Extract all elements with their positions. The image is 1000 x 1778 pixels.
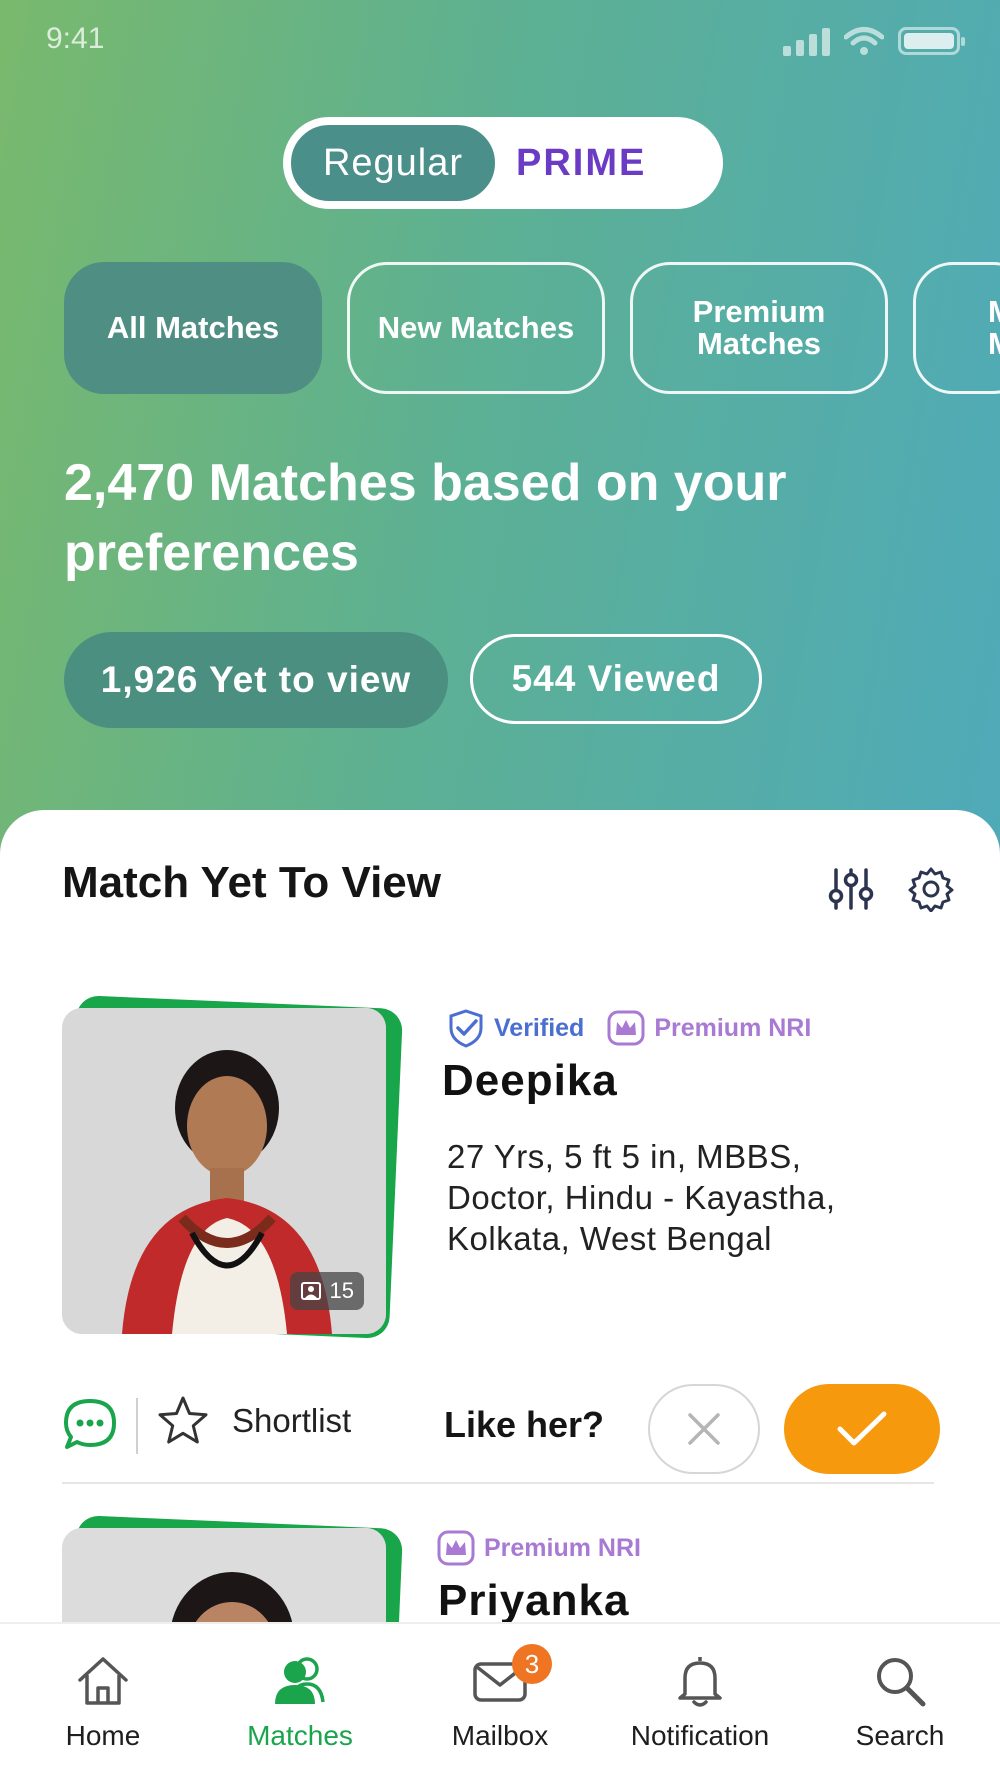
section-tools [828,866,954,912]
nav-search[interactable]: Search [800,1652,1000,1752]
profile-photo[interactable] [62,1528,386,1628]
filter-chips: All Matches New Matches Premium Matches … [64,262,1000,394]
view-filter: 1,926 Yet to view 544 Viewed [64,632,762,728]
nav-mailbox-label: Mailbox [451,1720,549,1751]
plan-toggle[interactable]: Regular PRIME [283,117,723,209]
match-list-sheet: Match Yet To View 15 Verified Premium NR… [0,810,1000,1628]
nav-notification-label: Notification [630,1720,770,1751]
profile-photo-wrap[interactable]: 15 [62,995,404,1344]
status-icons [783,26,965,56]
crown-icon [437,1530,475,1566]
yet-to-view-pill[interactable]: 1,926 Yet to view [64,632,448,728]
viewed-pill[interactable]: 544 Viewed [470,634,762,724]
verified-badge: Verified [446,1008,584,1048]
filter-chip-premium[interactable]: Premium Matches [630,262,888,394]
profile-actions: Shortlist Like her? [62,1384,942,1474]
profile-details: 27 Yrs, 5 ft 5 in, MBBS, Doctor, Hindu -… [447,1138,836,1257]
photo-count: 15 [289,1272,364,1310]
nav-search-label: Search [855,1720,945,1751]
nav-matches-label: Matches [247,1720,353,1751]
shortlist-button[interactable]: Shortlist [156,1394,351,1448]
premium-label: Premium NRI [484,1533,641,1562]
photo-count-value: 15 [329,1278,354,1303]
profile-badges: Premium NRI [436,1528,641,1568]
nav-home[interactable]: Home [3,1652,203,1752]
home-icon [78,1657,128,1705]
gear-icon[interactable] [908,866,954,912]
profile-photo-image [62,1528,386,1628]
star-icon [158,1396,208,1444]
filter-chip-new[interactable]: New Matches [347,262,605,394]
matches-icon [275,1657,325,1704]
profile-name[interactable]: Deepika [442,1056,618,1106]
accept-button[interactable] [784,1384,940,1474]
premium-nri-badge: Premium NRI [436,1528,641,1568]
wifi-icon [844,27,884,55]
card-divider [62,1482,934,1484]
search-icon [877,1658,926,1707]
shortlist-label: Shortlist [232,1402,352,1439]
battery-icon [898,27,965,55]
gallery-icon [300,1282,321,1300]
verified-label: Verified [494,1013,585,1042]
signal-icon [783,26,830,56]
crown-icon [607,1010,645,1046]
profile-badges: Verified Premium NRI [446,1008,811,1048]
nav-home-label: Home [65,1720,141,1751]
actions-divider [136,1398,138,1454]
matches-header: 9:41 Regular PRIME All Matches New Match… [0,0,1000,860]
verified-shield-icon [449,1009,483,1048]
status-time: 9:41 [46,22,105,55]
filter-chip-more[interactable]: M M [913,262,1000,394]
premium-nri-badge: Premium NRI [606,1008,811,1048]
profile-name[interactable]: Priyanka [438,1576,629,1626]
nav-notification[interactable]: Notification [600,1652,800,1752]
matches-headline: 2,470 Matches based on your preferences [64,454,787,582]
premium-label: Premium NRI [654,1013,812,1042]
check-icon [837,1411,887,1446]
reject-button[interactable] [648,1384,760,1474]
bottom-nav: Home Matches 3 Mailbox Notification Sear… [0,1622,1000,1778]
nav-mailbox[interactable]: 3 Mailbox [400,1644,600,1752]
nav-matches[interactable]: Matches [200,1652,400,1752]
filter-chip-all[interactable]: All Matches [64,262,322,394]
chat-icon[interactable] [62,1396,118,1452]
mailbox-count-badge: 3 [512,1644,552,1684]
plan-prime-option[interactable]: PRIME [516,120,646,206]
like-prompt: Like her? [444,1404,605,1445]
close-icon [688,1413,720,1445]
plan-regular-option[interactable]: Regular [289,123,497,203]
bell-icon [678,1657,722,1707]
profile-photo-wrap[interactable] [62,1515,404,1628]
section-title: Match Yet To View [62,858,442,907]
profile-photo[interactable]: 15 [62,1008,386,1334]
sliders-icon[interactable] [828,866,874,912]
